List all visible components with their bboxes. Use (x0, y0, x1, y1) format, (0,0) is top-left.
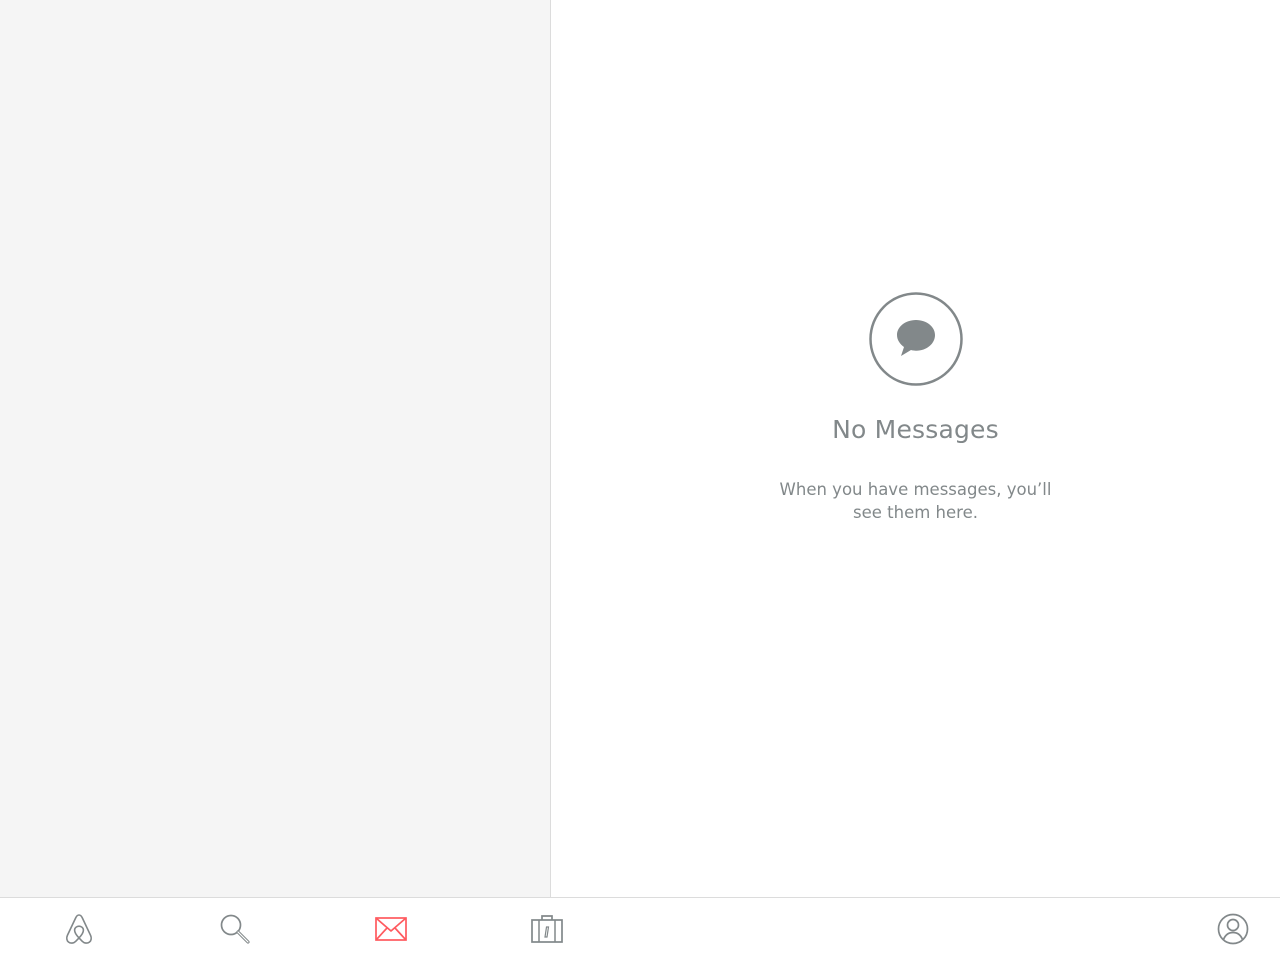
search-icon (220, 914, 250, 944)
tab-profile[interactable] (1213, 910, 1253, 948)
message-list-pane (0, 0, 551, 897)
empty-state-title: No Messages (832, 415, 999, 444)
airbnb-logo-icon (65, 914, 93, 944)
tab-trips[interactable] (527, 910, 567, 948)
tab-search[interactable] (215, 910, 255, 948)
empty-state: No Messages When you have messages, you’… (551, 292, 1280, 524)
suitcase-icon (531, 915, 563, 943)
empty-state-message: When you have messages, you’ll see them … (779, 480, 1052, 522)
profile-icon (1217, 913, 1249, 945)
message-detail-pane: No Messages When you have messages, you’… (551, 0, 1280, 897)
tab-home[interactable] (59, 910, 99, 948)
chat-bubble-icon (868, 292, 963, 386)
tab-bar (0, 897, 1280, 960)
tab-inbox[interactable] (371, 910, 411, 948)
envelope-icon (375, 917, 407, 941)
app-window: No Messages When you have messages, you’… (0, 0, 1280, 960)
